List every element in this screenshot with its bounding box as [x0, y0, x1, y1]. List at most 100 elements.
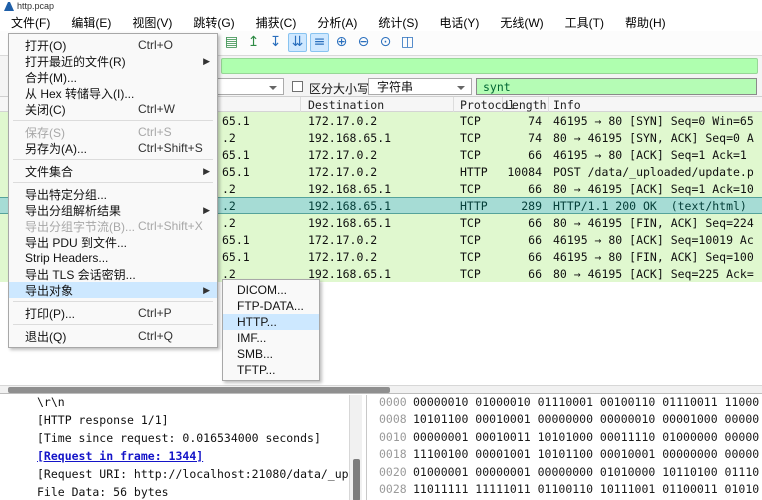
detail-vertical-scrollbar[interactable] — [349, 395, 362, 500]
file-menu-item[interactable]: 退出(Q) Ctrl+Q ▶ — [9, 328, 217, 344]
horizontal-scrollbar[interactable] — [0, 385, 762, 393]
menu-bar-item[interactable]: 文件(F) — [8, 13, 53, 32]
find-type-dropdown[interactable]: 字符串 — [368, 78, 472, 95]
menu-bar-item[interactable]: 统计(S) — [375, 13, 421, 32]
file-menu-item[interactable]: 文件集合 ▶ — [9, 163, 217, 179]
detail-line[interactable]: File Data: 56 bytes — [0, 485, 348, 500]
detail-line[interactable]: [Time since request: 0.016534000 seconds… — [0, 431, 348, 449]
bytes-row[interactable]: 0018 11100100 00001001 10101100 00010001… — [367, 447, 762, 464]
packet-source: .2 — [222, 216, 236, 230]
file-menu-item[interactable]: 合并(M)... ▶ — [9, 69, 217, 85]
window-title: http.pcap — [17, 1, 55, 11]
go-first-packet-icon[interactable]: ↥ — [244, 33, 263, 52]
title-bar: http.pcap — [0, 0, 762, 13]
menu-bar-item[interactable]: 电话(Y) — [436, 13, 482, 32]
packet-info: 46195 → 80 [ACK] Seq=10019 Ac — [553, 233, 754, 247]
menu-item-label: 打印(P)... — [25, 306, 75, 321]
file-menu-item[interactable]: 导出特定分组... ▶ — [9, 186, 217, 202]
submenu-item[interactable]: HTTP... — [223, 314, 319, 330]
bytes-row[interactable]: 0020 01000001 00000001 00000000 01010000… — [367, 465, 762, 482]
submenu-item[interactable]: TFTP... — [223, 362, 319, 378]
menu-item-label: 合并(M)... — [25, 70, 77, 85]
case-sensitive-checkbox[interactable] — [292, 81, 303, 92]
detail-line[interactable]: [Request URI: http://localhost:21080/dat… — [0, 467, 348, 485]
packet-destination: 172.17.0.2 — [308, 165, 378, 179]
submenu-item[interactable]: SMB... — [223, 346, 319, 362]
colorize-packet-list-icon[interactable]: ≡ — [310, 33, 329, 52]
zoom-out-icon[interactable]: ⊖ — [354, 33, 373, 52]
menu-item-label: 导出 PDU 到文件... — [25, 235, 128, 250]
file-menu-item[interactable]: 导出 PDU 到文件... ▶ — [9, 234, 217, 250]
detail-line[interactable]: \r\n — [0, 395, 348, 413]
menu-item-label: 退出(Q) — [25, 329, 67, 344]
resize-columns-icon[interactable]: ◫ — [398, 33, 417, 52]
bytes-row[interactable]: 0008 10101100 00010001 00000000 00000010… — [367, 412, 762, 429]
menu-bar-item[interactable]: 跳转(G) — [190, 13, 237, 32]
bytes-row[interactable]: 0028 11011111 11111011 01100110 10111001… — [367, 482, 762, 499]
file-menu-item[interactable]: 打开最近的文件(R) ▶ — [9, 53, 217, 69]
menu-item-label: 导出特定分组... — [25, 187, 108, 202]
column-header-info[interactable]: Info — [553, 98, 581, 112]
file-menu-item[interactable]: 从 Hex 转储导入(I)... ▶ — [9, 85, 217, 101]
bytes-offset: 0020 — [379, 464, 407, 479]
menu-bar-item[interactable]: 捕获(C) — [253, 13, 300, 32]
file-menu-item[interactable]: 导出分组字节流(B)... Ctrl+Shift+X ▶ — [9, 218, 217, 234]
packet-length: 74 — [528, 131, 542, 145]
packet-length: 66 — [528, 250, 542, 264]
find-input[interactable]: synt — [476, 78, 757, 95]
file-menu-item[interactable]: Strip Headers... ▶ — [9, 250, 217, 266]
menu-bar-item[interactable]: 分析(A) — [314, 13, 360, 32]
file-menu-item[interactable]: 打开(O) Ctrl+O ▶ — [9, 37, 217, 53]
menu-bar-item[interactable]: 无线(W) — [497, 13, 546, 32]
detail-vertical-scrollbar-thumb[interactable] — [353, 459, 360, 500]
zoom-100-icon[interactable]: ⊙ — [376, 33, 395, 52]
detail-line[interactable]: [Request in frame: 1344] — [0, 449, 348, 467]
packet-info: 80 → 46195 [ACK] Seq=225 Ack= — [553, 267, 754, 281]
file-menu-item[interactable]: 关闭(C) Ctrl+W ▶ — [9, 101, 217, 117]
menu-item-shortcut: Ctrl+Shift+X — [138, 219, 203, 233]
packet-destination: 192.168.65.1 — [308, 182, 392, 196]
bytes-row[interactable]: 0000 00000010 01000010 01110001 00100110… — [367, 395, 762, 412]
packet-info: 46195 → 80 [SYN] Seq=0 Win=65 — [553, 114, 754, 128]
display-filter-input[interactable] — [221, 58, 758, 74]
file-menu-item[interactable]: 打印(P)... Ctrl+P ▶ — [9, 305, 217, 321]
zoom-in-icon[interactable]: ⊕ — [332, 33, 351, 52]
submenu-item-label: IMF... — [237, 331, 267, 345]
submenu-item[interactable]: IMF... — [223, 330, 319, 346]
packet-info: POST /data/_uploaded/update.p — [553, 165, 754, 179]
column-divider[interactable] — [548, 97, 549, 112]
column-header-destination[interactable]: Destination — [308, 98, 384, 112]
menu-item-label: Strip Headers... — [25, 251, 109, 265]
go-last-packet-icon[interactable]: ↧ — [266, 33, 285, 52]
menu-bar-item[interactable]: 编辑(E) — [68, 13, 114, 32]
menu-item-shortcut: Ctrl+S — [138, 125, 172, 139]
detail-line[interactable]: [HTTP response 1/1] — [0, 413, 348, 431]
coloring-rules-icon[interactable]: ▤ — [222, 33, 241, 52]
bytes-row[interactable]: 0010 00000001 00010011 10101000 00011110… — [367, 430, 762, 447]
column-divider[interactable] — [300, 97, 301, 112]
file-menu-item[interactable]: 导出对象 ▶ — [9, 282, 217, 298]
bytes-offset: 0028 — [379, 481, 407, 496]
file-menu-item[interactable]: 保存(S) Ctrl+S ▶ — [9, 124, 217, 140]
menu-bar-item[interactable]: 工具(T) — [562, 13, 607, 32]
menu-item-label: 导出分组字节流(B)... — [25, 219, 135, 234]
column-header-length[interactable]: Length — [505, 98, 547, 112]
submenu-item-label: FTP-DATA... — [237, 299, 304, 313]
chevron-down-icon — [457, 86, 465, 90]
file-menu-item[interactable]: 导出 TLS 会话密钥... ▶ — [9, 266, 217, 282]
file-menu-item[interactable]: 导出分组解析结果 ▶ — [9, 202, 217, 218]
packet-source: .2 — [222, 131, 236, 145]
packet-length: 66 — [528, 182, 542, 196]
menu-item-label: 导出对象 — [25, 283, 74, 298]
bytes-offset: 0018 — [379, 447, 407, 462]
packet-source: 65.1 — [222, 233, 250, 247]
menu-item-label: 另存为(A)... — [25, 141, 87, 156]
submenu-arrow-icon: ▶ — [203, 284, 210, 295]
menu-bar-item[interactable]: 帮助(H) — [622, 13, 669, 32]
file-menu-item[interactable]: 另存为(A)... Ctrl+Shift+S ▶ — [9, 140, 217, 156]
submenu-item[interactable]: FTP-DATA... — [223, 298, 319, 314]
column-divider[interactable] — [453, 97, 454, 112]
auto-scroll-icon[interactable]: ⇊ — [288, 33, 307, 52]
menu-bar-item[interactable]: 视图(V) — [129, 13, 175, 32]
submenu-item[interactable]: DICOM... — [223, 282, 319, 298]
